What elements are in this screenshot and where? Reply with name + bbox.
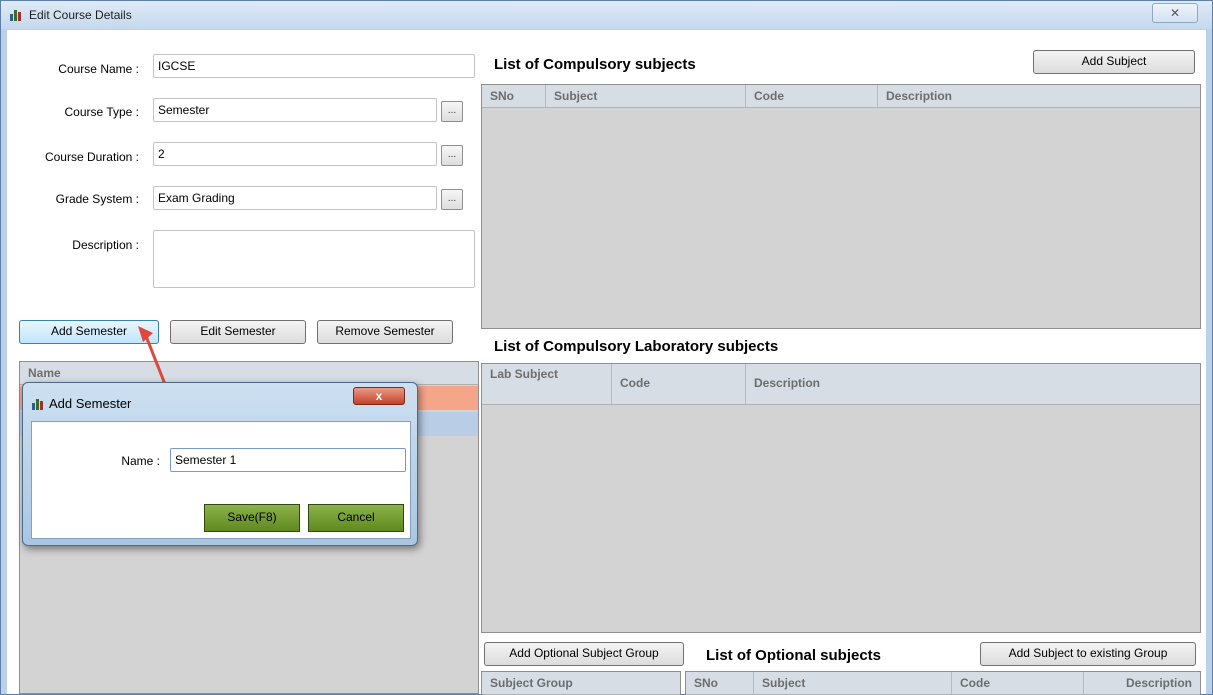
dialog-body: Name : Semester 1 Save(F8) Cancel	[31, 421, 411, 539]
add-subject-button[interactable]: Add Subject	[1033, 50, 1195, 74]
lab-grid-header: Lab Subject Code Description	[482, 364, 1200, 405]
course-name-input[interactable]: IGCSE	[153, 54, 475, 78]
dialog-close-button[interactable]: x	[353, 387, 405, 405]
lab-subjects-title: List of Compulsory Laboratory subjects	[494, 338, 779, 355]
save-button[interactable]: Save(F8)	[204, 504, 300, 532]
remove-semester-button[interactable]: Remove Semester	[317, 320, 453, 344]
window-client-area: Course Name : IGCSE Course Type : Semest…	[7, 30, 1206, 695]
edit-semester-button[interactable]: Edit Semester	[170, 320, 306, 344]
description-label: Description :	[72, 238, 139, 252]
subject-group-header: Subject Group	[482, 672, 680, 695]
add-optional-subject-group-button[interactable]: Add Optional Subject Group	[484, 642, 684, 666]
course-duration-label: Course Duration :	[44, 150, 139, 164]
course-duration-browse-button[interactable]: ...	[441, 145, 463, 166]
course-type-label: Course Type :	[64, 105, 139, 119]
col-opt-subject[interactable]: Subject	[754, 672, 952, 694]
window-title: Edit Course Details	[29, 8, 132, 22]
optional-grid-header: SNo Subject Code Description	[686, 672, 1200, 695]
window-close-button[interactable]: ✕	[1152, 3, 1198, 23]
col-lab-description[interactable]: Description	[746, 364, 1200, 404]
description-textarea[interactable]	[153, 230, 475, 288]
col-subject[interactable]: Subject	[546, 85, 746, 107]
subject-group-grid[interactable]: Subject Group	[481, 671, 681, 695]
optional-subjects-title: List of Optional subjects	[706, 647, 882, 664]
title-bar[interactable]: Edit Course Details ✕	[1, 1, 1212, 29]
col-opt-description[interactable]: Description	[1084, 672, 1200, 694]
col-opt-sno[interactable]: SNo	[686, 672, 754, 694]
compulsory-subjects-title: List of Compulsory subjects	[494, 56, 696, 73]
grade-system-label: Grade System :	[55, 192, 139, 206]
dialog-title: Add Semester	[49, 396, 132, 411]
course-type-browse-button[interactable]: ...	[441, 101, 463, 122]
col-description[interactable]: Description	[878, 85, 1200, 107]
grade-system-browse-button[interactable]: ...	[441, 189, 463, 210]
add-subject-to-group-button[interactable]: Add Subject to existing Group	[980, 642, 1196, 666]
cancel-button[interactable]: Cancel	[308, 504, 404, 532]
course-type-input[interactable]: Semester	[153, 98, 437, 122]
add-semester-button[interactable]: Add Semester	[19, 320, 159, 344]
course-name-label: Course Name :	[58, 62, 139, 76]
col-sno[interactable]: SNo	[482, 85, 546, 107]
lab-subjects-grid[interactable]: Lab Subject Code Description	[481, 363, 1201, 633]
optional-subjects-grid[interactable]: SNo Subject Code Description	[685, 671, 1201, 695]
compulsory-subjects-grid[interactable]: SNo Subject Code Description	[481, 84, 1201, 329]
add-semester-dialog: Add Semester x Name : Semester 1 Save(F8…	[22, 382, 418, 546]
course-duration-input[interactable]: 2	[153, 142, 437, 166]
dialog-name-label: Name :	[121, 454, 160, 468]
dialog-logo-icon	[32, 398, 46, 410]
edit-course-window: Edit Course Details ✕ Course Name : IGCS…	[0, 0, 1213, 695]
compulsory-grid-header: SNo Subject Code Description	[482, 85, 1200, 108]
col-subject-group[interactable]: Subject Group	[482, 672, 680, 694]
col-lab-subject[interactable]: Lab Subject	[482, 364, 612, 404]
app-logo-icon	[10, 9, 24, 21]
semester-name-column[interactable]: Name	[20, 362, 478, 384]
grade-system-input[interactable]: Exam Grading	[153, 186, 437, 210]
col-opt-code[interactable]: Code	[952, 672, 1084, 694]
col-lab-code[interactable]: Code	[612, 364, 746, 404]
col-code[interactable]: Code	[746, 85, 878, 107]
semester-name-input[interactable]: Semester 1	[170, 448, 406, 472]
